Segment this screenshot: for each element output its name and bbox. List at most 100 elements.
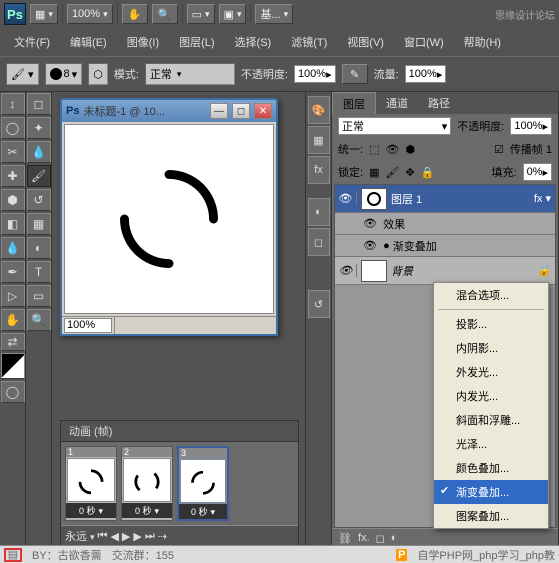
tab-paths[interactable]: 路径 (418, 92, 460, 114)
quickmask-icon[interactable]: ◯ (1, 381, 25, 403)
tab-channels[interactable]: 通道 (376, 92, 418, 114)
layer-opacity-input[interactable]: 100% ▸ (510, 117, 552, 135)
mi-satin[interactable]: 光泽... (434, 432, 548, 456)
tool-eyedrop[interactable]: 💧 (27, 141, 51, 163)
next-frame-icon[interactable]: ▶ (133, 530, 141, 543)
layer-fx-icon[interactable]: fx. (358, 532, 370, 545)
maximize-button[interactable]: ◻ (232, 103, 250, 119)
opacity-input[interactable]: 100% ▸ (294, 65, 336, 83)
frame-3[interactable]: 3 0 秒 (177, 446, 229, 521)
prev-frame-icon[interactable]: ◀ (110, 530, 118, 543)
workspace-button[interactable]: 基... (255, 4, 293, 24)
masks-panel-icon[interactable]: ◻ (308, 228, 330, 256)
tool-gradient[interactable]: ▦ (27, 213, 51, 235)
close-button[interactable]: ✕ (254, 103, 272, 119)
tool-hand[interactable]: ✋ (1, 309, 25, 331)
layer-row-bg[interactable]: 👁 背景 🔒 (335, 257, 555, 285)
tween-icon[interactable]: ⇢ (158, 530, 167, 543)
unify-visibility-icon[interactable]: 👁 (385, 143, 399, 156)
flow-input[interactable]: 100% ▸ (405, 65, 447, 83)
menu-layer[interactable]: 图层(L) (171, 32, 222, 52)
animation-tab[interactable]: 动画 (帧) (61, 421, 298, 442)
brush-picker[interactable]: 8 ▾ (45, 63, 83, 85)
mi-inner-shadow[interactable]: 内阴影... (434, 336, 548, 360)
menu-file[interactable]: 文件(F) (6, 32, 58, 52)
visibility-icon[interactable]: 👁 (335, 192, 357, 205)
frame-2[interactable]: 2 0 秒 (121, 446, 173, 521)
zoom-level-button[interactable]: 100% (67, 4, 113, 24)
tool-shape[interactable]: ▭ (27, 285, 51, 307)
tab-layers[interactable]: 图层 (332, 92, 376, 114)
tool-type[interactable]: T (27, 261, 51, 283)
document-zoom-input[interactable]: 100% (64, 318, 112, 333)
menu-filter[interactable]: 滤镜(T) (283, 32, 335, 52)
color-swap-icon[interactable]: ⇄ (1, 333, 25, 351)
screen-mode-button[interactable]: ▣ (219, 4, 247, 24)
link-layers-icon[interactable]: ⛓ (338, 532, 352, 545)
lock-all-icon[interactable]: 🔒 (421, 166, 435, 179)
menu-window[interactable]: 窗口(W) (396, 32, 452, 52)
tool-marquee[interactable]: ◻ (27, 93, 51, 115)
mi-bevel[interactable]: 斜面和浮雕... (434, 408, 548, 432)
hand-tool-button[interactable]: ✋ (122, 4, 148, 24)
mi-outer-glow[interactable]: 外发光... (434, 360, 548, 384)
mi-drop-shadow[interactable]: 投影... (434, 312, 548, 336)
mi-inner-glow[interactable]: 内发光... (434, 384, 548, 408)
tool-wand[interactable]: ✦ (27, 117, 51, 139)
layer-fx-gradient-row[interactable]: 👁 ● 渐变叠加 (335, 235, 555, 257)
layer-blend-select[interactable]: 正常▾ (338, 117, 451, 135)
menu-select[interactable]: 选择(S) (227, 32, 280, 52)
adjustment-layer-icon[interactable]: ◐ (391, 532, 398, 545)
visibility-icon[interactable]: 👁 (335, 264, 357, 277)
tool-dodge[interactable]: ◐ (27, 237, 51, 259)
adjust-panel-icon[interactable]: ◐ (308, 198, 330, 226)
zoom-tool-button[interactable]: 🔍 (152, 4, 178, 24)
layer-fx-row[interactable]: 👁 效果 (335, 213, 555, 235)
unify-style-icon[interactable]: ⬢ (405, 143, 415, 156)
blend-mode-select[interactable]: 正常 (145, 63, 235, 85)
color-swatches[interactable] (1, 353, 25, 379)
tool-clone[interactable]: ⬢ (1, 189, 25, 211)
lock-pixels-icon[interactable]: 🖌 (385, 166, 399, 179)
tool-brush[interactable]: 🖌 (27, 165, 51, 187)
last-frame-icon[interactable]: ⏭ (145, 530, 155, 543)
first-frame-icon[interactable]: ⏮ (98, 530, 108, 543)
unify-position-icon[interactable]: ⬚ (369, 143, 379, 156)
bridge-button[interactable]: ▦ (30, 4, 58, 24)
tool-zoom[interactable]: 🔍 (27, 309, 51, 331)
layer-mask-icon[interactable]: ◻ (376, 532, 385, 545)
tablet-opacity-icon[interactable]: ✎ (342, 64, 368, 84)
doc-arrange-button[interactable]: ▭ (187, 4, 215, 24)
frame-duration[interactable]: 0 秒 (66, 503, 116, 518)
fill-input[interactable]: 0% ▸ (523, 163, 552, 181)
propagate-checkbox[interactable]: ☑ (494, 143, 504, 156)
tool-move[interactable]: ↕ (1, 93, 25, 115)
tool-pen[interactable]: ✒ (1, 261, 25, 283)
mi-pattern-overlay[interactable]: 图案叠加... (434, 504, 548, 528)
play-icon[interactable]: ▶ (122, 530, 130, 543)
frame-1[interactable]: 1 0 秒 (65, 446, 117, 521)
tool-preset[interactable]: 🖌 ▾ (6, 63, 39, 85)
tool-spot[interactable]: ✚ (1, 165, 25, 187)
mi-color-overlay[interactable]: 颜色叠加... (434, 456, 548, 480)
tool-crop[interactable]: ✂ (1, 141, 25, 163)
document-titlebar[interactable]: Ps 未标题-1 @ 10... — ◻ ✕ (62, 100, 276, 122)
color-panel-icon[interactable]: 🎨 (308, 96, 330, 124)
tool-history[interactable]: ↺ (27, 189, 51, 211)
menu-edit[interactable]: 编辑(E) (62, 32, 115, 52)
history-panel-icon[interactable]: ↺ (308, 290, 330, 318)
menu-image[interactable]: 图像(I) (119, 32, 167, 52)
menu-view[interactable]: 视图(V) (339, 32, 392, 52)
mi-blend-options[interactable]: 混合选项... (434, 283, 548, 307)
tool-path[interactable]: ▷ (1, 285, 25, 307)
frame-duration[interactable]: 0 秒 (122, 503, 172, 518)
tool-lasso[interactable]: ◯ (1, 117, 25, 139)
frame-duration[interactable]: 0 秒 (179, 504, 227, 519)
layer-row-1[interactable]: 👁 图层 1 fx ▾ (335, 185, 555, 213)
swatches-panel-icon[interactable]: ▦ (308, 126, 330, 154)
lock-pos-icon[interactable]: ✥ (405, 166, 414, 179)
minimize-button[interactable]: — (210, 103, 228, 119)
styles-panel-icon[interactable]: fx (308, 156, 330, 184)
loop-select[interactable]: 永远 (65, 528, 95, 544)
mi-gradient-overlay[interactable]: 渐变叠加... (434, 480, 548, 504)
